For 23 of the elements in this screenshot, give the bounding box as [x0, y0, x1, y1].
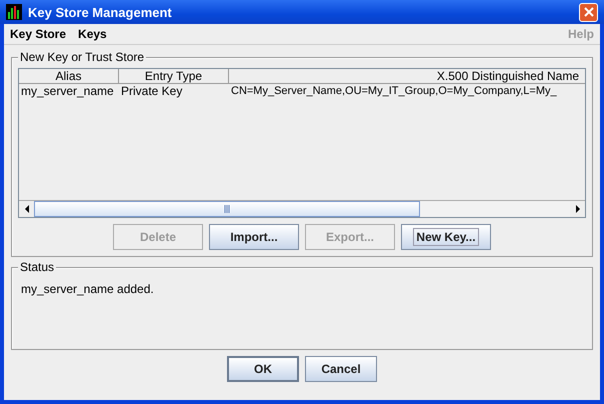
left-arrow-icon: [24, 205, 30, 213]
table-cell-text: CN=My_Server_Name,OU=My_IT_Group,O=My_Company,L=My_: [230, 84, 558, 99]
window-title: Key Store Management: [28, 4, 173, 20]
group-title: New Key or Trust Store: [18, 50, 146, 64]
action-button[interactable]: Import...: [209, 224, 299, 250]
close-button[interactable]: [579, 2, 598, 22]
close-icon: [584, 7, 594, 17]
table-cell-text: my_server_name: [20, 84, 115, 99]
column-header[interactable]: Entry Type: [119, 69, 229, 84]
table-cell-text: Private Key: [120, 84, 184, 99]
right-arrow-icon: [574, 205, 580, 213]
scroll-thumb[interactable]: [34, 201, 420, 217]
menu-item[interactable]: Keys: [78, 27, 107, 41]
dialog-button[interactable]: Cancel: [305, 356, 377, 382]
group-title: Status: [18, 260, 56, 274]
column-header[interactable]: X.500 Distinguished Name: [229, 69, 585, 84]
column-header[interactable]: Alias: [19, 69, 119, 84]
action-button[interactable]: New Key...: [401, 224, 491, 250]
menu-item[interactable]: Key Store: [10, 27, 66, 41]
dialog-button[interactable]: OK: [227, 356, 299, 382]
bar-chart-icon: [6, 4, 22, 20]
horizontal-scrollbar[interactable]: [19, 200, 585, 217]
status-message: my_server_name added.: [21, 282, 155, 296]
